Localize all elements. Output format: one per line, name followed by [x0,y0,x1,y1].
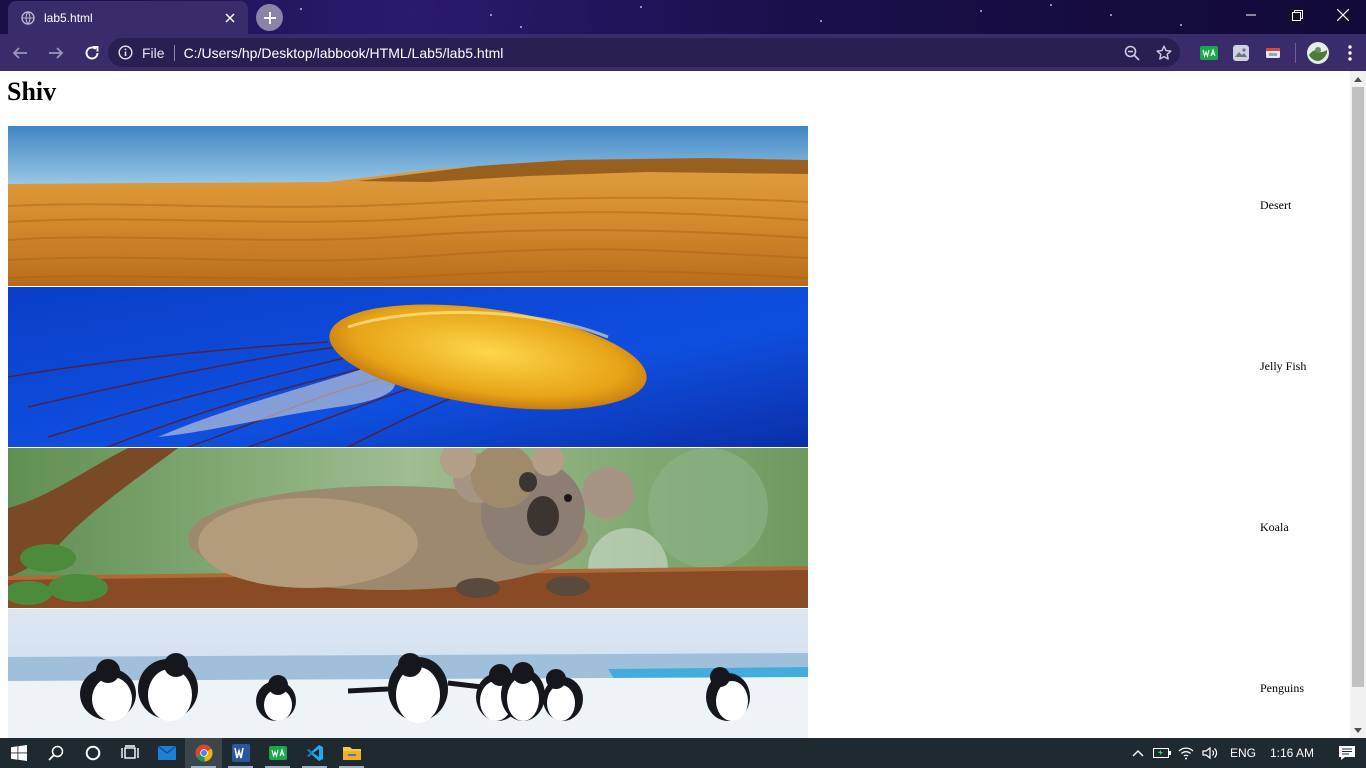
reload-button[interactable] [76,37,108,69]
star-decoration [1110,14,1112,16]
gallery-row [8,609,808,738]
jellyfish-image [8,287,808,447]
star-decoration [300,8,302,10]
url-text[interactable]: C:/Users/hp/Desktop/labbook/HTML/Lab5/la… [184,45,1116,61]
arrow-right-icon [49,46,64,59]
desert-image [8,126,808,286]
page-scrollbar[interactable] [1350,71,1366,738]
minimize-icon [1246,14,1256,16]
scheme-label: File [142,44,165,61]
volume-icon[interactable] [1198,738,1222,768]
back-button[interactable] [4,37,36,69]
notifications-icon[interactable] [1328,738,1366,768]
mail-icon[interactable] [148,738,185,768]
browser-toolbar: File C:/Users/hp/Desktop/labbook/HTML/La… [0,34,1366,71]
cortana-icon[interactable] [74,738,111,768]
word-icon[interactable] [222,738,259,768]
gallery-row [8,448,808,608]
toolbar-separator [1295,42,1296,63]
plus-icon [263,11,276,24]
whatsapp-extension-icon[interactable] [1193,37,1225,69]
clock[interactable]: 1:16 AM [1264,746,1328,760]
scroll-up-icon[interactable] [1350,71,1366,87]
page-content: Shiv Desert Jelly Fish Koala Penguins [0,71,1350,738]
menu-kebab-icon[interactable] [1334,37,1366,69]
star-decoration [490,14,492,16]
penguins-image [8,609,808,738]
minimize-button[interactable] [1228,0,1274,30]
chevron-up-icon[interactable] [1126,738,1150,768]
koala-image [8,448,808,608]
star-decoration [1180,24,1182,26]
info-icon[interactable] [108,45,142,60]
search-icon[interactable] [37,738,74,768]
zoom-out-icon[interactable] [1116,38,1148,67]
globe-icon [20,10,36,26]
task-view-icon[interactable] [111,738,148,768]
star-decoration [520,26,522,28]
profile-avatar[interactable] [1302,37,1334,69]
close-icon [1337,9,1349,21]
window-controls [1228,0,1366,30]
close-tab-icon[interactable] [222,10,238,26]
caption-jelly-fish: Jelly Fish [1260,359,1307,373]
close-window-button[interactable] [1320,0,1366,30]
star-decoration [980,10,982,12]
chrome-icon[interactable] [185,738,222,768]
gallery-row [8,126,808,286]
file-explorer-icon[interactable] [333,738,370,768]
caption-desert: Desert [1260,198,1292,212]
caption-penguins: Penguins [1260,681,1305,695]
address-separator [173,44,175,61]
windows-taskbar: ENG 1:16 AM [0,738,1366,768]
forward-button[interactable] [40,37,72,69]
caption-koala: Koala [1260,520,1289,534]
new-tab-button[interactable] [256,4,283,31]
cast-extension-icon[interactable] [1257,37,1289,69]
vscode-icon[interactable] [296,738,333,768]
wifi-icon[interactable] [1174,738,1198,768]
star-decoration [820,20,822,22]
address-bar[interactable]: File C:/Users/hp/Desktop/labbook/HTML/La… [108,38,1180,67]
bookmark-star-icon[interactable] [1148,38,1180,67]
scroll-down-icon[interactable] [1350,722,1366,738]
battery-icon[interactable] [1150,738,1174,768]
extensions-area [1193,34,1366,71]
restore-icon [1291,9,1303,21]
gallery-row [8,287,808,447]
tab-title: lab5.html [44,10,93,25]
gallery-extension-icon[interactable] [1225,37,1257,69]
browser-tab[interactable]: lab5.html [8,1,248,34]
browser-titlebar: lab5.html [0,0,1366,34]
restore-button[interactable] [1274,0,1320,30]
whatsapp-icon[interactable] [259,738,296,768]
star-decoration [640,6,642,8]
page-heading: Shiv [7,77,57,106]
arrow-left-icon [12,46,27,59]
star-decoration [1050,4,1052,6]
scrollbar-thumb[interactable] [1352,87,1364,687]
start-icon[interactable] [0,738,37,768]
reload-icon [85,45,99,59]
language-indicator[interactable]: ENG [1222,746,1264,760]
system-tray: ENG 1:16 AM [1126,738,1366,768]
